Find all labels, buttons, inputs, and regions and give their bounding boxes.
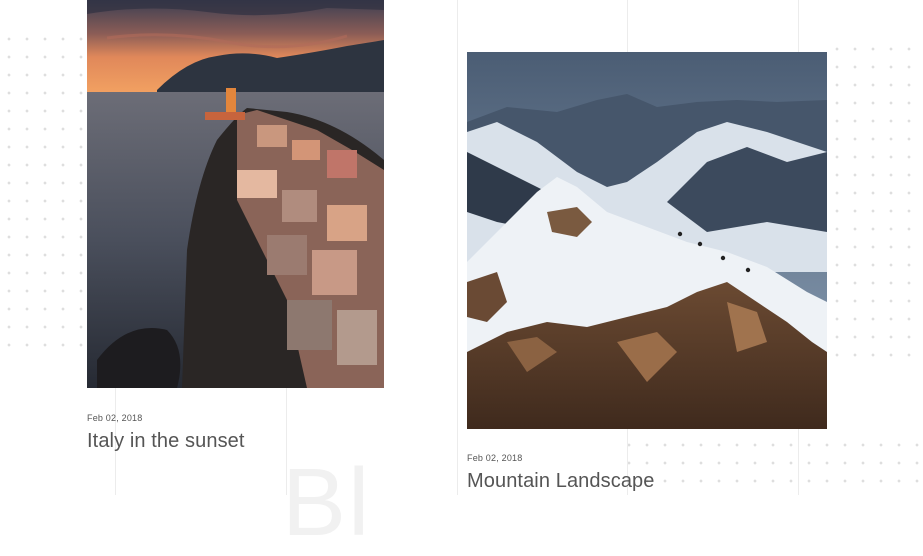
blog-post-card: Feb 02, 2018 Italy in the sunset [87, 0, 384, 453]
sunset-village-image [87, 0, 384, 388]
mountain-landscape-image [467, 52, 827, 429]
blog-post-card: Feb 02, 2018 Mountain Landscape [467, 52, 827, 493]
post-title[interactable]: Mountain Landscape [467, 470, 827, 493]
background-watermark-text: Bl [282, 449, 372, 556]
post-title[interactable]: Italy in the sunset [87, 430, 384, 453]
grid-line [457, 0, 458, 495]
post-image-link[interactable] [87, 0, 384, 388]
post-date: Feb 02, 2018 [467, 453, 523, 463]
dot-pattern-left [0, 30, 86, 360]
post-date: Feb 02, 2018 [87, 413, 143, 423]
post-image-link[interactable] [467, 52, 827, 429]
dot-pattern-right [828, 40, 923, 370]
